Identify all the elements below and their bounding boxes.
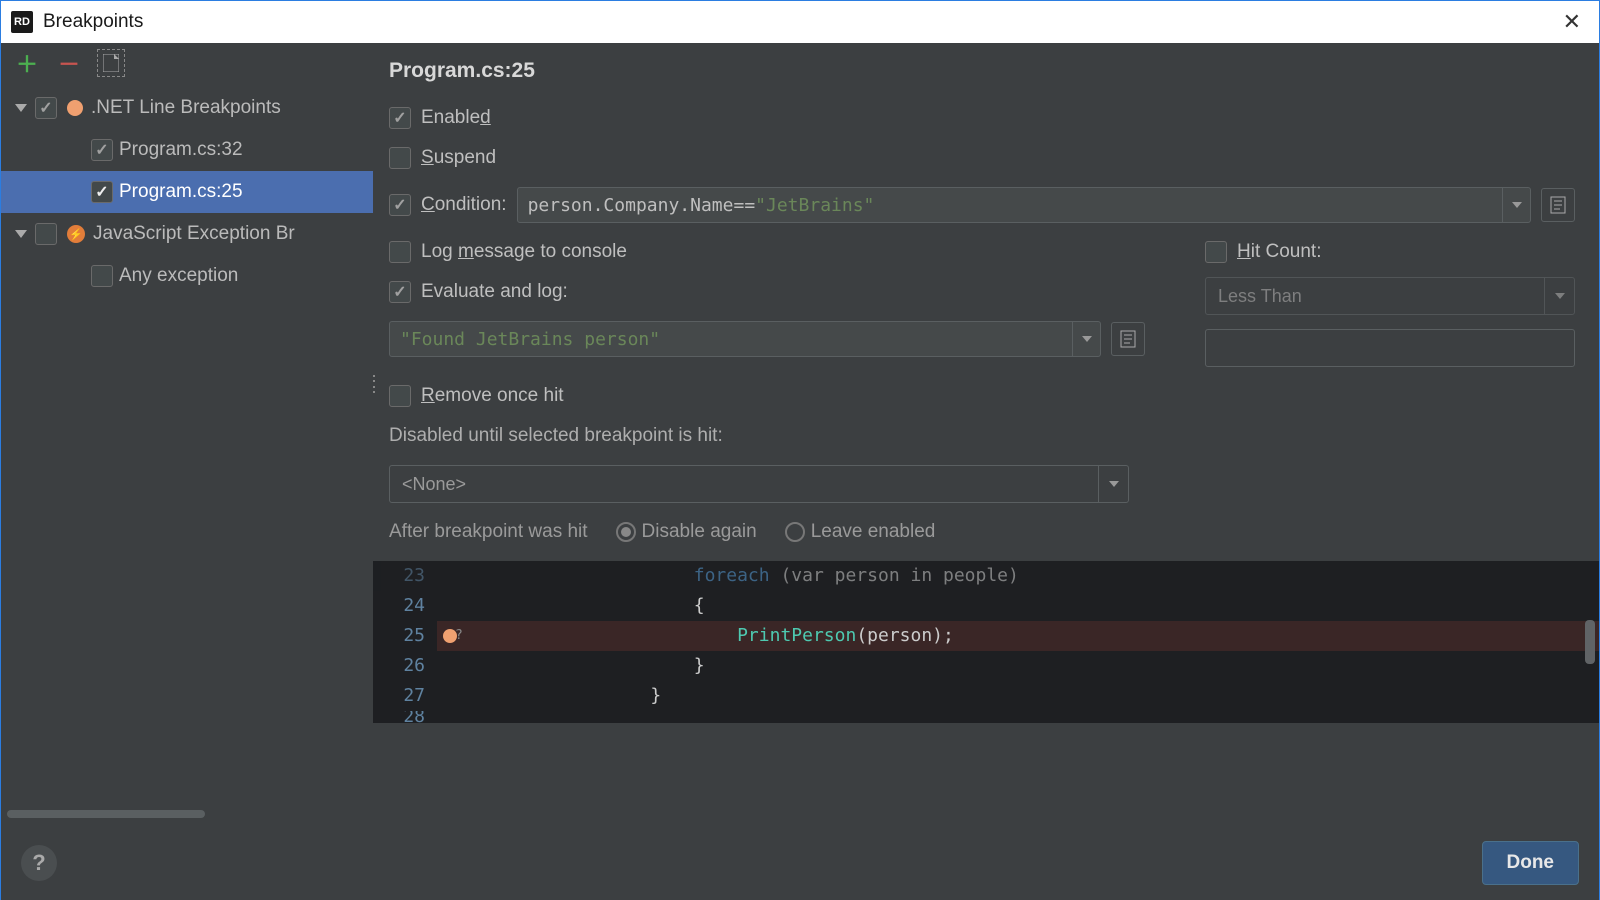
evaluate-log-value: "Found JetBrains person" — [400, 329, 660, 350]
item-checkbox[interactable] — [91, 181, 113, 203]
hit-count-checkbox[interactable] — [1205, 241, 1227, 263]
item-label: Program.cs:32 — [119, 139, 243, 161]
app-icon: RD — [11, 11, 33, 33]
line-number: 28 — [373, 711, 437, 723]
condition-op: == — [733, 195, 755, 216]
condition-row: Condition: person.Company.Name == "JetBr… — [389, 187, 1575, 223]
line-number: 25 — [373, 621, 437, 651]
add-breakpoint-button[interactable]: ＋ — [13, 49, 41, 77]
log-message-label: Log message to console — [421, 241, 627, 263]
remove-once-row: Remove once hit — [389, 385, 1575, 407]
log-message-checkbox[interactable] — [389, 241, 411, 263]
splitter-handle[interactable] — [373, 373, 379, 395]
radio-leave-enabled[interactable] — [785, 522, 805, 542]
radio-leave-enabled-label: Leave enabled — [811, 521, 936, 543]
evaluate-log-row: Evaluate and log: — [389, 281, 1145, 303]
code-line-breakpoint: 25 ? PrintPerson(person); — [373, 621, 1599, 651]
tree-item[interactable]: Any exception — [1, 255, 373, 297]
details-title: Program.cs:25 — [389, 59, 1575, 83]
enabled-checkbox[interactable] — [389, 107, 411, 129]
expand-editor-button[interactable] — [1541, 188, 1575, 222]
code-line: 26 } — [373, 651, 1599, 681]
breakpoint-tree: .NET Line Breakpoints Program.cs:32 Prog… — [1, 83, 373, 808]
exception-breakpoint-icon — [67, 225, 85, 243]
bp-gutter[interactable]: ? — [437, 621, 477, 651]
item-checkbox[interactable] — [91, 265, 113, 287]
tree-group-js-exception[interactable]: JavaScript Exception Br — [1, 213, 373, 255]
condition-checkbox[interactable] — [389, 194, 411, 216]
group-label: .NET Line Breakpoints — [91, 97, 281, 119]
condition-label: Condition: — [421, 194, 507, 216]
code-line: 27 } — [373, 681, 1599, 711]
item-label: Any exception — [119, 265, 238, 287]
radio-disable-again-label: Disable again — [642, 521, 757, 543]
expand-editor-button[interactable] — [1111, 322, 1145, 356]
line-number: 23 — [373, 561, 437, 591]
group-by-file-button[interactable] — [97, 49, 125, 77]
dropdown-icon[interactable] — [1544, 278, 1574, 314]
sidebar: ＋ － .NET Line Breakpoints Program.cs:32 … — [1, 43, 373, 826]
dialog-footer: ? Done — [1, 826, 1599, 900]
window-title: Breakpoints — [43, 11, 1555, 33]
sidebar-scrollbar[interactable] — [7, 808, 367, 820]
close-icon[interactable]: ✕ — [1555, 9, 1589, 35]
log-message-row: Log message to console — [389, 241, 1145, 263]
condition-input[interactable]: person.Company.Name == "JetBrains" — [517, 187, 1531, 223]
tree-group-net-line[interactable]: .NET Line Breakpoints — [1, 87, 373, 129]
sidebar-toolbar: ＋ － — [1, 43, 373, 83]
tree-item[interactable]: Program.cs:32 — [1, 129, 373, 171]
disabled-until-label: Disabled until selected breakpoint is hi… — [389, 425, 1575, 447]
hit-count-mode-select[interactable]: Less Than — [1205, 277, 1575, 315]
evaluate-log-label: Evaluate and log: — [421, 281, 568, 303]
done-button[interactable]: Done — [1482, 841, 1580, 885]
expand-icon[interactable] — [15, 230, 27, 238]
disabled-until-select[interactable]: <None> — [389, 465, 1129, 503]
expand-icon[interactable] — [15, 104, 27, 112]
remove-breakpoint-button[interactable]: － — [55, 49, 83, 77]
line-number: 27 — [373, 681, 437, 711]
evaluate-log-input[interactable]: "Found JetBrains person" — [389, 321, 1101, 357]
suspend-checkbox[interactable] — [389, 147, 411, 169]
condition-ident: person.Company.Name — [528, 195, 734, 216]
breakpoint-details: Program.cs:25 Enabled Suspend Condition:… — [373, 43, 1599, 826]
line-number: 24 — [373, 591, 437, 621]
item-label: Program.cs:25 — [119, 181, 243, 203]
group-label: JavaScript Exception Br — [93, 223, 295, 245]
code-preview: 23 foreach (var person in people) 24 { 2… — [373, 561, 1599, 723]
code-line: 28 — [373, 711, 1599, 723]
remove-once-label: Remove once hit — [421, 385, 564, 407]
group-checkbox[interactable] — [35, 223, 57, 245]
tree-item-selected[interactable]: Program.cs:25 — [1, 171, 373, 213]
line-number: 26 — [373, 651, 437, 681]
item-checkbox[interactable] — [91, 139, 113, 161]
dropdown-icon[interactable] — [1072, 322, 1100, 356]
disabled-until-value: <None> — [402, 474, 466, 495]
evaluate-log-checkbox[interactable] — [389, 281, 411, 303]
hit-count-mode-value: Less Than — [1218, 286, 1302, 307]
remove-once-checkbox[interactable] — [389, 385, 411, 407]
titlebar: RD Breakpoints ✕ — [1, 1, 1599, 43]
after-hit-row: After breakpoint was hit Disable again L… — [389, 521, 1575, 543]
code-scrollbar[interactable] — [1585, 620, 1595, 664]
hit-count-value-input[interactable] — [1205, 329, 1575, 367]
enabled-label: Enabled — [421, 107, 491, 129]
conditional-marker-icon: ? — [455, 621, 463, 651]
radio-disable-again[interactable] — [616, 522, 636, 542]
suspend-label: Suspend — [421, 147, 496, 169]
dropdown-icon[interactable] — [1502, 188, 1530, 222]
code-line: 23 foreach (var person in people) — [373, 561, 1599, 591]
hit-count-row: Hit Count: — [1205, 241, 1575, 263]
group-checkbox[interactable] — [35, 97, 57, 119]
enabled-row: Enabled — [389, 107, 1575, 129]
after-hit-label: After breakpoint was hit — [389, 521, 588, 543]
code-line: 24 { — [373, 591, 1599, 621]
main-content: ＋ － .NET Line Breakpoints Program.cs:32 … — [1, 43, 1599, 826]
condition-string: "JetBrains" — [755, 195, 874, 216]
suspend-row: Suspend — [389, 147, 1575, 169]
help-button[interactable]: ? — [21, 845, 57, 881]
hit-count-label: Hit Count: — [1237, 241, 1322, 263]
evaluate-log-input-row: "Found JetBrains person" — [389, 321, 1145, 357]
dropdown-icon[interactable] — [1098, 466, 1128, 502]
line-breakpoint-icon — [67, 100, 83, 116]
